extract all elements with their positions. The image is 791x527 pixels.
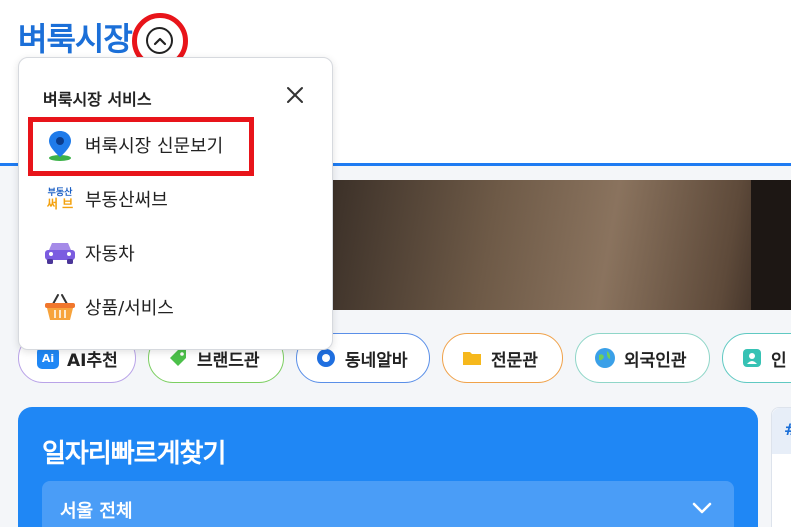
- dropdown-item-goods[interactable]: 상품/서비스: [43, 289, 313, 325]
- chip-expert[interactable]: 전문관: [442, 333, 563, 383]
- dropdown-item-label: 자동차: [85, 244, 135, 265]
- site-logo[interactable]: 벼룩시장: [18, 14, 133, 60]
- chip-person[interactable]: 인: [722, 333, 791, 383]
- hero-banner-image[interactable]: [331, 180, 791, 310]
- ai-icon: Ai: [37, 347, 59, 369]
- job-search-title: 일자리빠르게찾기: [42, 439, 226, 469]
- service-dropdown: 벼룩시장 서비스 벼룩시장 신문보기 부동산 써 브 부동산써브 자동차 상품/…: [18, 57, 333, 350]
- chip-foreigner[interactable]: 외국인관: [575, 333, 710, 383]
- car-icon: [43, 236, 77, 270]
- chevron-up-icon: [153, 37, 166, 45]
- person-badge-icon: [741, 347, 763, 369]
- chevron-down-icon: [692, 502, 712, 514]
- dropdown-item-newspaper[interactable]: 벼룩시장 신문보기: [43, 127, 313, 163]
- globe-icon: [594, 347, 616, 369]
- chip-label: 전문관: [491, 350, 538, 371]
- close-button[interactable]: [284, 84, 306, 106]
- side-card[interactable]: #: [771, 407, 791, 527]
- tag-icon: [167, 347, 189, 369]
- job-search-panel: 일자리빠르게찾기 서울 전체: [18, 407, 758, 527]
- chip-label: 외국인관: [624, 350, 687, 371]
- dropdown-item-label: 부동산써브: [85, 190, 168, 211]
- dropdown-title: 벼룩시장 서비스: [43, 90, 152, 109]
- chip-label: 인: [771, 350, 787, 371]
- dropdown-item-car[interactable]: 자동차: [43, 235, 313, 271]
- region-select[interactable]: 서울 전체: [42, 481, 734, 527]
- chip-label: 동네알바: [345, 350, 408, 371]
- realestate-serve-logo-icon: 부동산 써 브: [46, 187, 74, 211]
- region-select-value: 서울 전체: [60, 501, 133, 522]
- map-pin-icon: [43, 128, 77, 162]
- dropdown-item-label: 상품/서비스: [85, 298, 174, 319]
- folder-icon: [461, 347, 483, 369]
- location-dot-icon: [315, 347, 337, 369]
- basket-icon: [43, 290, 77, 324]
- side-card-header: #: [772, 408, 791, 454]
- service-menu-toggle-button[interactable]: [146, 27, 173, 54]
- dropdown-item-label: 벼룩시장 신문보기: [85, 136, 224, 157]
- close-icon: [287, 87, 303, 103]
- dropdown-item-realestate[interactable]: 부동산 써 브 부동산써브: [43, 181, 313, 217]
